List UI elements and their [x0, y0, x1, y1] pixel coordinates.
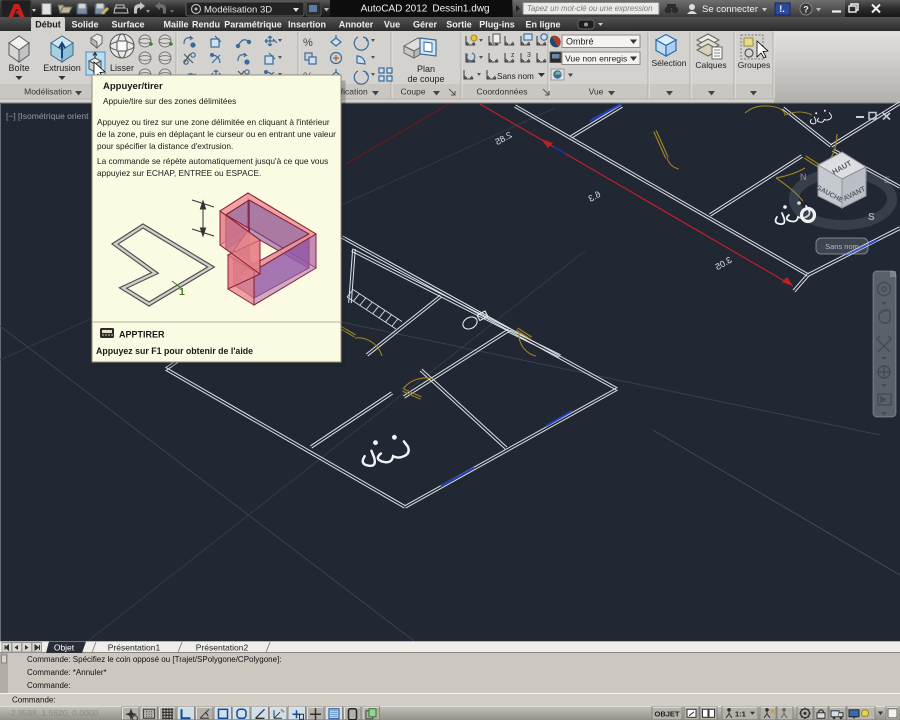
- svg-text:Extrusion: Extrusion: [43, 63, 81, 73]
- svg-text:-2.9598, 1.5620, 0.0000: -2.9598, 1.5620, 0.0000: [8, 708, 99, 718]
- svg-text:Modélisation 3D: Modélisation 3D: [204, 5, 272, 16]
- svg-text:Vue: Vue: [589, 87, 604, 97]
- svg-text:appuyiez sur ECHAP, ENTREE ou: appuyiez sur ECHAP, ENTREE ou ESPACE.: [97, 168, 261, 178]
- svg-text:S: S: [868, 212, 875, 223]
- svg-text:E: E: [884, 175, 890, 185]
- svg-text:1: 1: [179, 286, 185, 298]
- svg-text:Solide: Solide: [71, 20, 98, 30]
- svg-text:Plan: Plan: [417, 64, 435, 74]
- svg-text:1:1: 1:1: [735, 709, 746, 718]
- svg-text:Appuyer/tirer: Appuyer/tirer: [103, 81, 163, 92]
- svg-text:Maille: Maille: [163, 20, 188, 30]
- svg-text:Commande:: Commande:: [12, 696, 56, 705]
- svg-text:Appuie/tire sur des zones déli: Appuie/tire sur des zones délimitées: [103, 96, 236, 106]
- svg-text:Surface: Surface: [111, 20, 144, 30]
- svg-text:Paramétrique: Paramétrique: [224, 20, 282, 30]
- svg-text:Commande: *Annuler*: Commande: *Annuler*: [27, 668, 107, 677]
- svg-text:Appuyez ou tirez sur une zone: Appuyez ou tirez sur une zone délimitée …: [97, 117, 330, 127]
- svg-text:[−] [Isométrique orient: [−] [Isométrique orient: [6, 111, 89, 121]
- svg-text:Tapez un mot-clé ou une expres: Tapez un mot-clé ou une expression: [527, 4, 652, 13]
- svg-text:Objet: Objet: [54, 643, 75, 653]
- svg-text:APPTIRER: APPTIRER: [119, 330, 165, 340]
- svg-text:Sans nom: Sans nom: [497, 72, 534, 81]
- svg-text:Commande:: Commande:: [27, 681, 71, 690]
- svg-text:!.: !.: [779, 4, 785, 14]
- svg-text:Lisser: Lisser: [110, 63, 134, 73]
- svg-text:Présentation2: Présentation2: [196, 643, 249, 653]
- svg-text:Annoter: Annoter: [339, 20, 374, 30]
- svg-text:Coordonnées: Coordonnées: [476, 87, 527, 97]
- svg-text:Boîte: Boîte: [8, 63, 29, 73]
- svg-text:AutoCAD 2012: AutoCAD 2012: [361, 4, 428, 15]
- svg-text:de coupe: de coupe: [407, 74, 444, 84]
- svg-text:N: N: [800, 172, 807, 182]
- svg-text:pour spécifier la distance d'e: pour spécifier la distance d'extrusion.: [97, 141, 233, 151]
- svg-text:Sélection: Sélection: [652, 58, 687, 68]
- svg-text:Présentation1: Présentation1: [108, 643, 161, 653]
- svg-text:Gérer: Gérer: [413, 20, 438, 30]
- svg-text:Plug-ins: Plug-ins: [479, 20, 515, 30]
- svg-text:Insertion: Insertion: [288, 20, 326, 30]
- svg-text:Appuyez sur F1 pour obtenir de: Appuyez sur F1 pour obtenir de l'aide: [96, 346, 253, 356]
- svg-text:Se connecter: Se connecter: [702, 4, 758, 15]
- svg-text:En ligne: En ligne: [525, 20, 560, 30]
- svg-text:La commande se répète automati: La commande se répète automatiquement ju…: [97, 156, 328, 166]
- svg-text:Dessin1.dwg: Dessin1.dwg: [432, 4, 489, 15]
- svg-text:Début: Début: [35, 20, 61, 30]
- svg-text:Sortie: Sortie: [446, 20, 472, 30]
- svg-text:Coupe: Coupe: [400, 87, 425, 97]
- svg-text:Rendu: Rendu: [192, 20, 220, 30]
- svg-text:?: ?: [803, 5, 809, 15]
- svg-text:Commande: Spécifiez le coin op: Commande: Spécifiez le coin opposé ou [T…: [27, 655, 282, 664]
- svg-text:Modélisation: Modélisation: [24, 87, 72, 97]
- svg-text:%: %: [303, 37, 313, 49]
- svg-text:Groupes: Groupes: [738, 60, 771, 70]
- svg-text:Ombré: Ombré: [566, 37, 594, 47]
- svg-text:Vue: Vue: [384, 20, 400, 30]
- svg-text:Vue non enregis: Vue non enregis: [565, 54, 627, 64]
- svg-text:OBJET: OBJET: [654, 709, 679, 718]
- svg-text:Calques: Calques: [695, 60, 726, 70]
- svg-text:Sans nom: Sans nom: [825, 242, 859, 251]
- svg-text:3: 3: [527, 52, 531, 59]
- svg-text:z: z: [511, 52, 515, 59]
- svg-text:de la zone, puis en déplaçant: de la zone, puis en déplaçant le curseur…: [97, 129, 336, 139]
